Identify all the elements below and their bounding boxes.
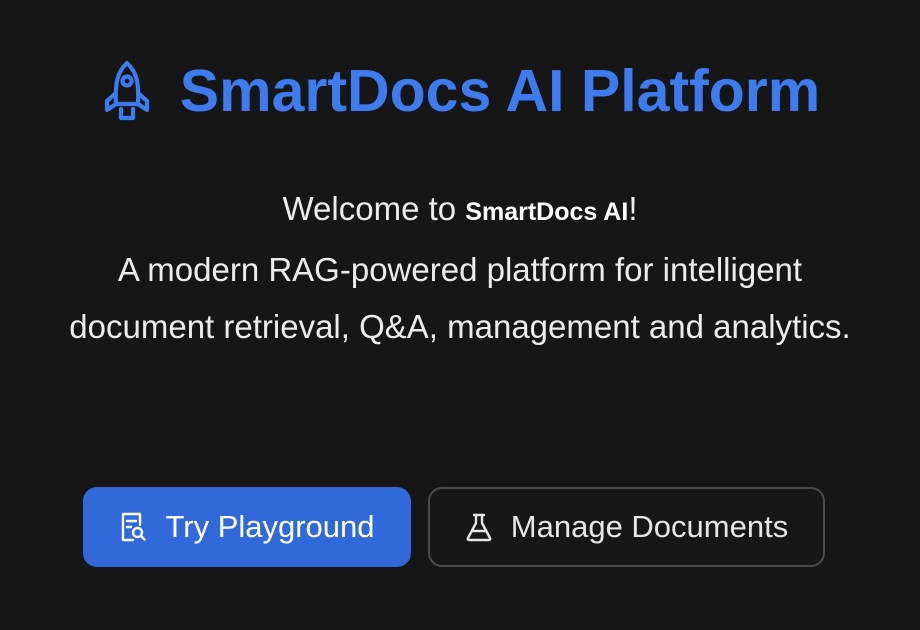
hero-header: SmartDocs AI Platform bbox=[0, 56, 920, 126]
try-playground-button[interactable]: Try Playground bbox=[83, 487, 411, 567]
platform-description: A modern RAG-powered platform for intell… bbox=[69, 251, 851, 345]
action-buttons: Try Playground Manage Documents bbox=[83, 487, 825, 567]
page-title: SmartDocs AI Platform bbox=[179, 58, 821, 124]
intro-text: Welcome to SmartDocs AI! A modern RAG-po… bbox=[60, 180, 860, 355]
brand-name: SmartDocs AI bbox=[465, 198, 629, 226]
welcome-suffix: ! bbox=[628, 190, 638, 227]
document-search-icon bbox=[122, 512, 147, 542]
welcome-line: Welcome to SmartDocs AI! bbox=[60, 180, 860, 241]
rocket-icon bbox=[104, 60, 149, 121]
try-playground-label: Try Playground bbox=[165, 509, 375, 544]
manage-documents-button[interactable]: Manage Documents bbox=[428, 487, 825, 567]
landing-page: SmartDocs AI Platform Welcome to SmartDo… bbox=[0, 0, 920, 630]
manage-documents-label: Manage Documents bbox=[510, 509, 789, 544]
welcome-prefix: Welcome to bbox=[282, 190, 466, 227]
flask-icon bbox=[466, 513, 492, 542]
